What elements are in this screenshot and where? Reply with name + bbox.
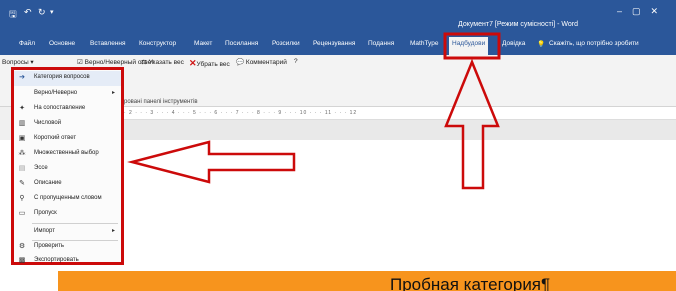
left-arrow-annotation (127, 140, 296, 184)
word-window: 🖫 ↶ ↻ ▾ Документ7 [Режим сумісності] - W… (0, 0, 676, 291)
annotation-overlay (127, 32, 501, 190)
up-arrow-annotation (444, 58, 500, 190)
addins-highlight-box (443, 32, 501, 60)
